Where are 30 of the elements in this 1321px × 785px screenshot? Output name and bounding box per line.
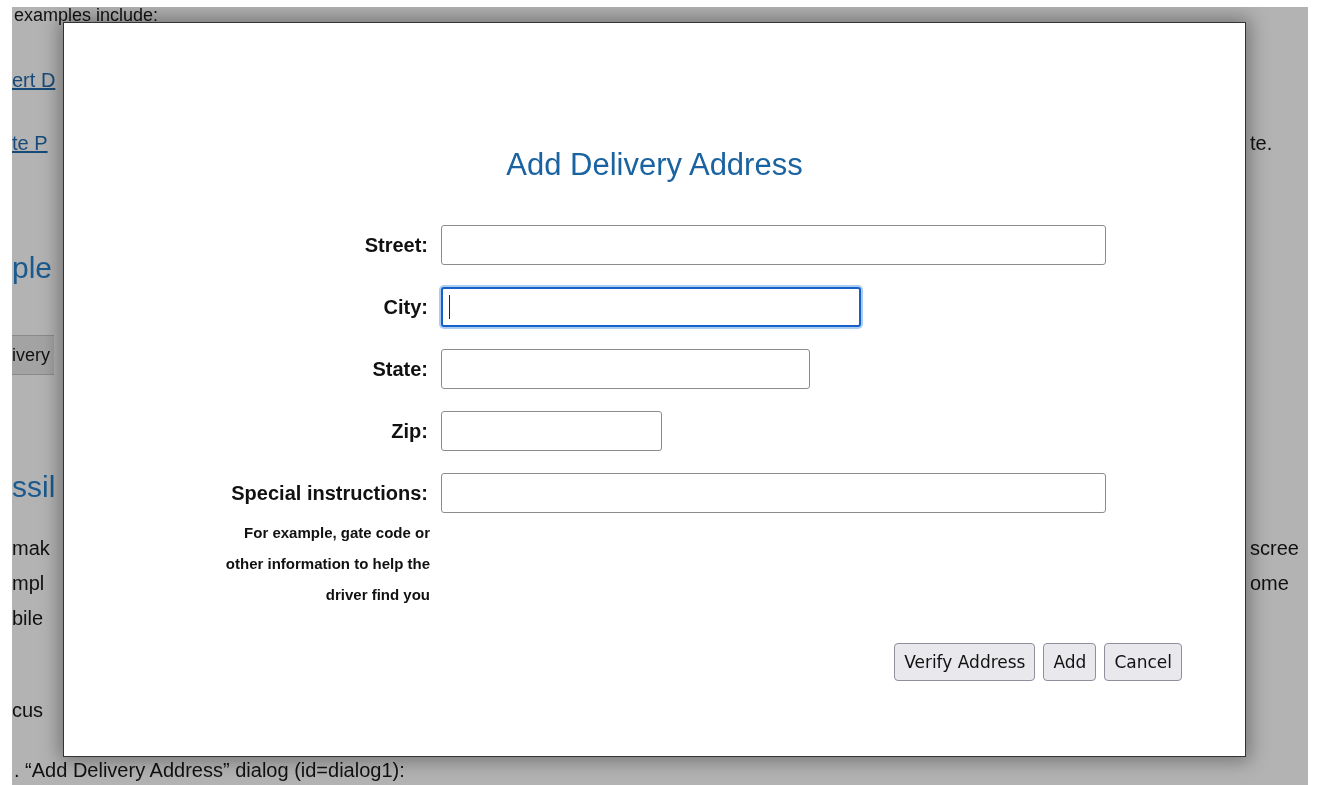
field-label: State: [371, 357, 428, 381]
dialog-title: Add Delivery Address [505, 147, 804, 183]
paragraph-text: bile [12, 606, 44, 630]
paragraph-text: ome [1249, 571, 1289, 595]
input-field[interactable] [441, 225, 1106, 265]
paragraph-text: mpl [12, 571, 45, 595]
field-label: City: [382, 295, 428, 319]
field-label: Zip: [390, 419, 428, 443]
paragraph-text: examples include: [13, 7, 160, 25]
button[interactable]: ivery [12, 335, 54, 375]
paragraph-text: te. [1249, 131, 1273, 155]
section-heading: ple [12, 250, 53, 286]
paragraph-text: . “Add Delivery Address” dialog (id=dialog1): [13, 758, 406, 782]
dialog-button[interactable]: Add [1043, 643, 1097, 681]
paragraph-text: scree [1249, 536, 1299, 560]
paragraph-text: mak [12, 536, 50, 560]
field-label: Street: [363, 233, 428, 257]
link[interactable]: ert D [12, 68, 56, 92]
input-field[interactable] [441, 287, 861, 327]
dialog-button[interactable]: Cancel [1104, 643, 1182, 681]
paragraph-text: cus [12, 698, 44, 722]
input-field[interactable] [441, 411, 662, 451]
text-cursor [449, 295, 450, 319]
input-field[interactable] [441, 349, 810, 389]
link[interactable]: te P [12, 131, 48, 155]
field-label: Special instructions: [230, 481, 428, 505]
section-heading: ssil [12, 469, 56, 505]
input-field[interactable] [441, 473, 1106, 513]
dialog-button[interactable]: Verify Address [894, 643, 1036, 681]
hint-text: For example, gate code or other information to help the driver find you [224, 523, 430, 605]
